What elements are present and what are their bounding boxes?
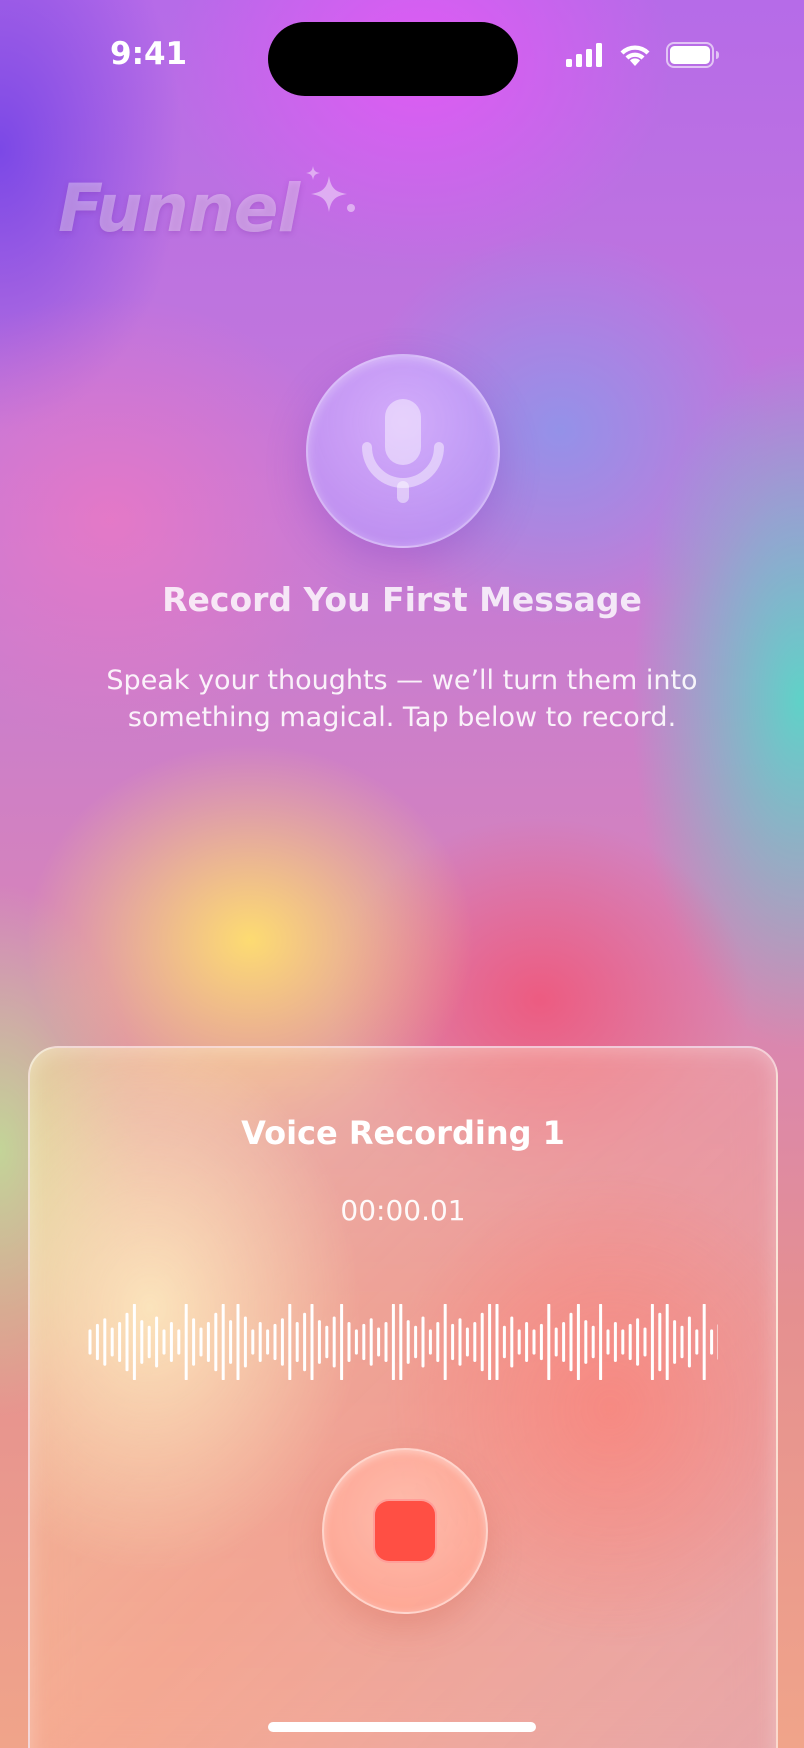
status-time: 9:41: [110, 36, 188, 72]
dynamic-island: [268, 22, 518, 96]
stop-icon: [373, 1499, 437, 1563]
battery-icon: [666, 42, 719, 68]
stop-recording-button[interactable]: [322, 1448, 488, 1614]
microphone-button[interactable]: [306, 354, 500, 548]
audio-waveform-icon: [88, 1304, 718, 1380]
logo-text: Funnel: [58, 170, 300, 247]
subtitle-line-1: Speak your thoughts — we’ll turn them in…: [106, 665, 698, 696]
subtitle: Speak your thoughts — we’ll turn them in…: [90, 662, 714, 736]
wifi-icon: [620, 45, 650, 66]
status-icons: [566, 42, 720, 68]
screen: 9:41 Funnel Record You First Message Spe…: [0, 0, 804, 1748]
recording-title: Voice Recording 1: [241, 1114, 565, 1152]
recording-card: Voice Recording 1 00:00.01: [28, 1046, 778, 1748]
recording-timer: 00:00.01: [340, 1194, 466, 1227]
headline: Record You First Message: [162, 580, 642, 619]
app-logo: Funnel: [58, 166, 357, 247]
sparkle-icon: [306, 166, 356, 212]
home-indicator: [268, 1722, 536, 1732]
subtitle-line-2: something magical. Tap below to record.: [127, 702, 677, 733]
microphone-icon: [362, 399, 444, 503]
cellular-signal-icon: [566, 43, 602, 67]
